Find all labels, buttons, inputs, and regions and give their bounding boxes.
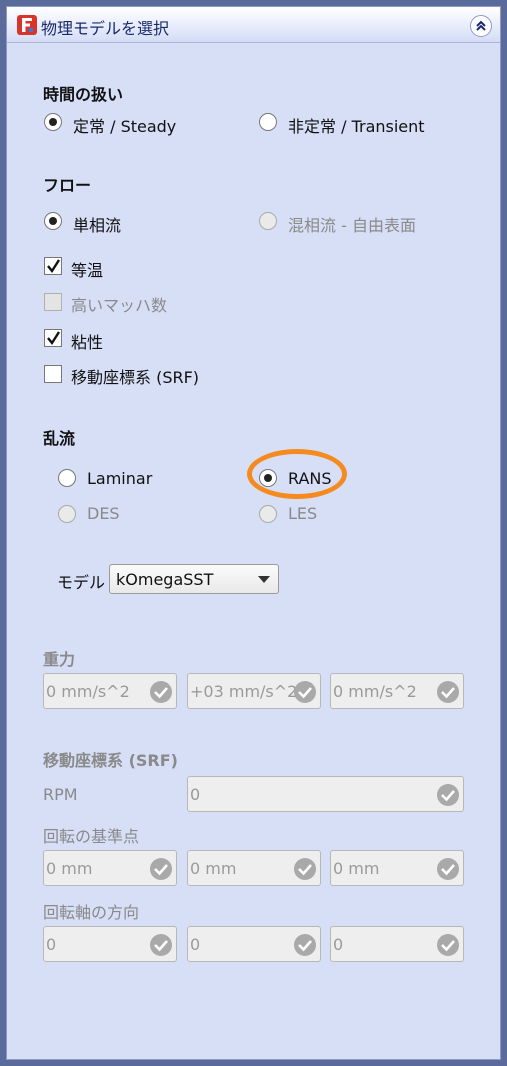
- axis-x-field: 0: [43, 926, 177, 962]
- gravity-y-value: +03 mm/s^2: [190, 682, 298, 701]
- single-phase-radio[interactable]: [44, 212, 62, 230]
- viscous-checkbox[interactable]: [44, 329, 62, 347]
- check-circle-icon: [294, 681, 316, 703]
- steady-radio[interactable]: [44, 113, 62, 131]
- dropdown-arrow-icon: [258, 576, 270, 583]
- srf-heading: 移動座標系 (SRF): [43, 751, 178, 770]
- turbulence-heading: 乱流: [43, 429, 76, 448]
- highlight-circle: [247, 449, 347, 499]
- axis-y-value: 0: [190, 935, 201, 954]
- check-circle-icon: [437, 784, 459, 806]
- check-circle-icon: [150, 681, 172, 703]
- steady-label[interactable]: 定常 / Steady: [73, 113, 176, 137]
- check-icon: [47, 331, 61, 346]
- turbulence-model-select[interactable]: kOmegaSST: [109, 564, 279, 594]
- title-bar: 物理モデルを選択: [7, 7, 500, 43]
- axis-y-field: 0: [187, 926, 321, 962]
- des-radio: [58, 505, 76, 523]
- des-label: DES: [87, 504, 120, 523]
- transient-label[interactable]: 非定常 / Transient: [288, 113, 425, 137]
- center-y-value: 0 mm: [190, 859, 237, 878]
- collapse-button[interactable]: [470, 15, 492, 37]
- center-z-field: 0 mm: [330, 850, 464, 886]
- axis-z-value: 0: [333, 935, 344, 954]
- axis-z-field: 0: [330, 926, 464, 962]
- gravity-heading: 重力: [43, 650, 76, 669]
- check-circle-icon: [150, 858, 172, 880]
- viscous-label[interactable]: 粘性: [71, 329, 103, 353]
- gravity-z-field: 0 mm/s^2: [330, 673, 464, 709]
- rotation-axis-label: 回転軸の方向: [43, 903, 140, 922]
- isothermal-label[interactable]: 等温: [71, 257, 103, 281]
- les-radio: [259, 505, 277, 523]
- center-x-field: 0 mm: [43, 850, 177, 886]
- srf-label[interactable]: 移動座標系 (SRF): [71, 364, 199, 388]
- rotation-center-label: 回転の基準点: [43, 827, 140, 846]
- laminar-radio[interactable]: [58, 469, 76, 487]
- center-x-value: 0 mm: [46, 859, 93, 878]
- center-y-field: 0 mm: [187, 850, 321, 886]
- check-circle-icon: [437, 934, 459, 956]
- flow-heading: フロー: [43, 176, 92, 195]
- axis-x-value: 0: [46, 935, 57, 954]
- time-heading: 時間の扱い: [43, 85, 124, 104]
- transient-radio[interactable]: [259, 113, 277, 131]
- check-circle-icon: [294, 858, 316, 880]
- rpm-field: 0: [187, 776, 464, 812]
- high-mach-label: 高いマッハ数: [71, 296, 168, 315]
- turbulence-model-value: kOmegaSST: [116, 570, 214, 589]
- rpm-label: RPM: [43, 785, 78, 804]
- check-circle-icon: [150, 934, 172, 956]
- physics-model-panel: 物理モデルを選択 時間の扱い 定常 / Steady 非定常 / Transie…: [6, 6, 501, 1060]
- high-mach-checkbox: [44, 293, 62, 311]
- window-title: 物理モデルを選択: [41, 19, 170, 38]
- double-chevron-up-icon: [476, 20, 486, 31]
- laminar-label[interactable]: Laminar: [87, 469, 152, 488]
- srf-checkbox[interactable]: [44, 365, 62, 383]
- gravity-x-value: 0 mm/s^2: [46, 682, 130, 701]
- gravity-z-value: 0 mm/s^2: [333, 682, 417, 701]
- model-label: モデル: [57, 573, 106, 592]
- les-label: LES: [288, 504, 318, 523]
- gravity-y-field: +03 mm/s^2: [187, 673, 321, 709]
- rpm-value: 0: [190, 785, 201, 804]
- check-icon: [47, 259, 61, 274]
- app-logo-icon: [17, 15, 37, 35]
- single-phase-label[interactable]: 単相流: [73, 212, 121, 236]
- multiphase-radio: [259, 212, 277, 230]
- check-circle-icon: [437, 858, 459, 880]
- check-circle-icon: [294, 934, 316, 956]
- gravity-x-field: 0 mm/s^2: [43, 673, 177, 709]
- center-z-value: 0 mm: [333, 859, 380, 878]
- multiphase-label: 混相流 - 自由表面: [288, 216, 416, 235]
- isothermal-checkbox[interactable]: [44, 257, 62, 275]
- check-circle-icon: [437, 681, 459, 703]
